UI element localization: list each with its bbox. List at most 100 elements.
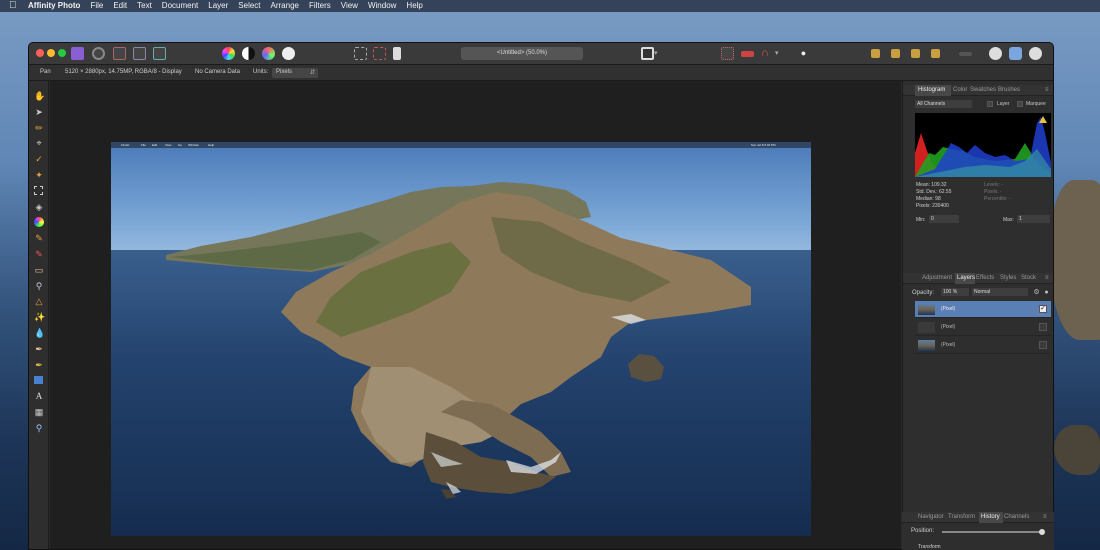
menu-window[interactable]: Window <box>368 0 396 12</box>
tab-layers[interactable]: Layers <box>957 275 975 281</box>
document-canvas-image[interactable]: Finder File Edit View Go Window Help Sun… <box>111 142 811 536</box>
layer-visibility-checkbox[interactable]: ✓ <box>1039 305 1047 313</box>
artistic-text-tool-icon[interactable]: A <box>34 391 44 401</box>
refine-dropdown-icon[interactable]: ▾ <box>654 47 667 60</box>
arrange-forward-icon[interactable] <box>911 49 920 58</box>
snapping-dropdown-icon[interactable]: ▾ <box>775 47 788 60</box>
layers-panel-menu-icon[interactable]: ≡ <box>1045 275 1049 281</box>
color-picker-tool-icon[interactable]: ✏ <box>34 123 44 133</box>
menu-text[interactable]: Text <box>137 0 152 12</box>
assistant-icon[interactable]: ● <box>797 47 810 60</box>
menu-layer[interactable]: Layer <box>208 0 228 12</box>
studio-icon[interactable] <box>1009 47 1022 60</box>
layer-lock-icon[interactable]: ● <box>1043 289 1050 296</box>
rectangular-marquee-tool-icon[interactable] <box>34 186 43 195</box>
color-wheel-icon[interactable] <box>222 47 235 60</box>
panel-menu-icon[interactable]: ≡ <box>1045 87 1049 93</box>
menu-help[interactable]: Help <box>406 0 422 12</box>
blur-brush-tool-icon[interactable]: 💧 <box>34 328 45 338</box>
auto-colors-icon[interactable] <box>262 47 275 60</box>
blend-mode-select[interactable]: Normal <box>972 288 1028 296</box>
tab-styles[interactable]: Styles <box>1000 275 1016 281</box>
units-value[interactable]: Pixels <box>276 69 292 75</box>
tab-stock[interactable]: Stock <box>1021 275 1036 281</box>
units-dropdown-icon[interactable]: ⇵ <box>310 69 315 76</box>
layer-row[interactable]: (Pixel) <box>915 337 1051 354</box>
view-tool-hand-icon[interactable]: ✋ <box>34 91 45 101</box>
auto-contrast-icon[interactable] <box>242 47 255 60</box>
arrange-back-icon[interactable] <box>871 49 880 58</box>
color-replacement-tool-icon[interactable]: ✎ <box>34 249 44 259</box>
opacity-input[interactable]: 100 % <box>941 288 969 296</box>
inpainting-brush-tool-icon[interactable]: ✨ <box>34 312 45 322</box>
zoom-tool-icon[interactable]: ⚲ <box>34 423 44 433</box>
quick-mask-icon[interactable] <box>641 47 654 60</box>
invert-selection-icon[interactable] <box>393 47 401 60</box>
history-panel-menu-icon[interactable]: ≡ <box>1043 514 1047 520</box>
menu-filters[interactable]: Filters <box>309 0 331 12</box>
tab-history[interactable]: History <box>981 514 1000 520</box>
node-tool-icon[interactable]: ✒ <box>34 360 44 370</box>
flood-fill-tool-icon[interactable]: ◈ <box>34 202 44 212</box>
snapping-icon[interactable] <box>721 47 734 60</box>
menu-select[interactable]: Select <box>238 0 260 12</box>
marquee-selection-icon[interactable] <box>354 47 367 60</box>
document-title-tab[interactable]: <Untitled> (50.0%) <box>461 47 583 60</box>
history-slider-thumb[interactable] <box>1039 529 1045 535</box>
deselect-icon[interactable] <box>373 47 386 60</box>
tab-brushes[interactable]: Brushes <box>998 87 1020 93</box>
arrange-front-icon[interactable] <box>931 49 940 58</box>
layer-visibility-checkbox[interactable] <box>1039 323 1047 331</box>
menu-view[interactable]: View <box>341 0 358 12</box>
dodge-brush-tool-icon[interactable]: ⚲ <box>34 281 44 291</box>
grid-toggle-icon[interactable] <box>741 51 754 57</box>
minimize-window-button[interactable] <box>47 49 55 57</box>
history-position-slider[interactable] <box>942 529 1045 535</box>
pen-tool-icon[interactable]: ✒ <box>34 344 44 354</box>
paint-brush-tool-icon[interactable]: ✎ <box>34 233 44 243</box>
crop-tool-icon[interactable]: ⌖ <box>34 138 44 148</box>
apple-logo-icon[interactable]:  <box>9 1 19 11</box>
min-input[interactable]: 0 <box>929 215 959 223</box>
layer-name[interactable]: (Pixel) <box>941 306 955 312</box>
tab-color[interactable]: Color <box>953 87 967 93</box>
tab-navigator[interactable]: Navigator <box>918 514 944 520</box>
menu-edit[interactable]: Edit <box>113 0 127 12</box>
help-icon[interactable] <box>1029 47 1042 60</box>
erase-brush-tool-icon[interactable]: ▭ <box>34 265 44 275</box>
mesh-warp-tool-icon[interactable]: ▦ <box>34 407 44 417</box>
menu-app-name[interactable]: Affinity Photo <box>28 0 80 12</box>
gradient-tool-icon[interactable] <box>34 217 44 227</box>
tab-transform[interactable]: Transform <box>948 514 975 520</box>
layer-row[interactable]: (Pixel) <box>915 319 1051 336</box>
flood-select-tool-icon[interactable]: ✦ <box>34 170 44 180</box>
arrange-backward-icon[interactable] <box>891 49 900 58</box>
move-tool-icon[interactable]: ➤ <box>34 107 44 117</box>
canvas-area[interactable]: Finder File Edit View Go Window Help Sun… <box>50 81 901 549</box>
align-icon[interactable] <box>959 52 972 56</box>
history-item[interactable]: Transform <box>918 544 941 550</box>
auto-white-balance-icon[interactable] <box>282 47 295 60</box>
tab-swatches[interactable]: Swatches <box>970 87 996 93</box>
personas-chat-icon[interactable] <box>989 47 1002 60</box>
tab-adjustment[interactable]: Adjustment <box>922 275 952 281</box>
magnet-icon[interactable]: ∩ <box>761 47 774 60</box>
marquee-option-checkbox[interactable] <box>1017 101 1023 107</box>
layer-row[interactable]: (Pixel) ✓ <box>915 301 1051 318</box>
liquify-persona-icon[interactable] <box>92 47 105 60</box>
close-window-button[interactable] <box>36 49 44 57</box>
layer-name[interactable]: (Pixel) <box>941 324 955 330</box>
zoom-window-button[interactable] <box>58 49 66 57</box>
tone-mapping-persona-icon[interactable] <box>133 47 146 60</box>
tab-histogram[interactable]: Histogram <box>918 87 945 93</box>
max-input[interactable]: 1 <box>1017 215 1050 223</box>
layer-name[interactable]: (Pixel) <box>941 342 955 348</box>
clone-brush-tool-icon[interactable]: △ <box>34 296 44 306</box>
tab-channels[interactable]: Channels <box>1004 514 1029 520</box>
rectangle-tool-icon[interactable] <box>34 376 43 384</box>
menu-file[interactable]: File <box>90 0 103 12</box>
export-persona-icon[interactable] <box>153 47 166 60</box>
layer-visibility-checkbox[interactable] <box>1039 341 1047 349</box>
channel-select[interactable]: All Channels <box>915 100 972 108</box>
develop-persona-icon[interactable] <box>113 47 126 60</box>
